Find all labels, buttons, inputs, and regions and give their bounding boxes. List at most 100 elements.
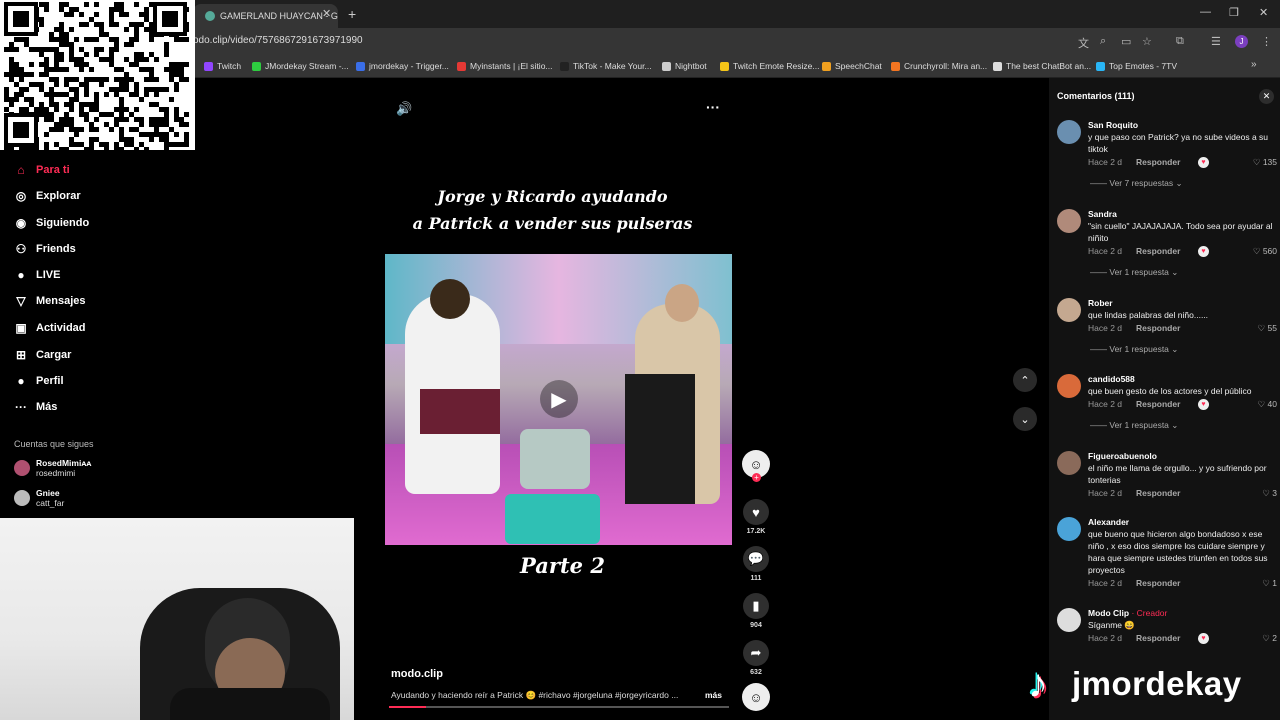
avatar[interactable] xyxy=(1057,209,1081,233)
like-count: 17.2K xyxy=(746,528,766,535)
close-comments-icon[interactable]: ✕ xyxy=(1259,89,1274,104)
comment-like-button[interactable]: ♡ 40 xyxy=(1258,399,1277,410)
comment-user[interactable]: candido588 xyxy=(1088,374,1277,385)
live-icon: ● xyxy=(17,268,25,282)
follow-plus-icon[interactable]: + xyxy=(752,473,761,482)
bookmark-item[interactable]: JMordekay Stream -... xyxy=(252,59,349,73)
reply-button[interactable]: Responder xyxy=(1136,488,1180,498)
comment-user[interactable]: Figueroabuenolo xyxy=(1088,451,1277,462)
reply-button[interactable]: Responder xyxy=(1136,246,1180,256)
video-author[interactable]: modo.clip xyxy=(391,668,443,680)
bookmark-item[interactable]: Twitch xyxy=(204,59,241,73)
comment-user[interactable]: Rober xyxy=(1088,298,1277,309)
play-icon[interactable]: ▶ xyxy=(540,380,578,418)
sidebar-item-live[interactable]: ● LIVE xyxy=(14,264,60,286)
previous-video-icon[interactable]: ⌃ xyxy=(1013,368,1037,392)
avatar[interactable] xyxy=(1057,374,1081,398)
avatar[interactable] xyxy=(1057,298,1081,322)
reply-button[interactable]: Responder xyxy=(1136,157,1180,167)
bookmark-star-icon[interactable]: ☆ xyxy=(1142,35,1152,48)
minimize-icon[interactable]: — xyxy=(1200,6,1211,18)
bookmark-item[interactable]: Top Emotes - 7TV xyxy=(1096,59,1177,73)
comment-like-button[interactable]: ♡ 135 xyxy=(1253,157,1277,168)
more-bookmarks-icon[interactable]: » xyxy=(1251,59,1257,70)
view-replies-button[interactable]: —— Ver 1 respuesta ⌄ xyxy=(1088,267,1277,278)
comment-username[interactable]: Rober xyxy=(1088,298,1113,308)
comment-like-button[interactable]: ♡ 3 xyxy=(1262,488,1277,499)
bookmark-item[interactable]: SpeechChat xyxy=(822,59,882,73)
profile-avatar-icon[interactable]: J xyxy=(1235,35,1248,48)
reply-button[interactable]: Responder xyxy=(1136,578,1180,588)
bookmark-item[interactable]: Myinstants | ¡El sitio... xyxy=(457,59,553,73)
comment-username[interactable]: Modo Clip xyxy=(1088,608,1129,618)
sidebar-item-actividad[interactable]: ▣ Actividad xyxy=(14,317,85,339)
comment-icon[interactable]: 💬 xyxy=(743,546,769,572)
sound-avatar[interactable]: ☺ xyxy=(742,683,770,711)
comment-user[interactable]: Modo Clip · Creador xyxy=(1088,608,1277,619)
more-description-button[interactable]: más xyxy=(705,690,722,700)
view-replies-button[interactable]: —— Ver 1 respuesta ⌄ xyxy=(1088,344,1277,355)
sidebar-item-mensajes[interactable]: ▽ Mensajes xyxy=(14,290,85,312)
comment-username[interactable]: Figueroabuenolo xyxy=(1088,451,1157,461)
restore-icon[interactable]: ❐ xyxy=(1229,6,1239,19)
comment-like-button[interactable]: ♡ 1 xyxy=(1262,578,1277,589)
video-progress[interactable] xyxy=(389,706,729,708)
zoom-icon[interactable]: ⌕ xyxy=(1100,35,1106,48)
extensions-icon[interactable]: ⧉ xyxy=(1176,35,1184,48)
comment-user[interactable]: Sandra xyxy=(1088,209,1277,220)
heart-icon[interactable]: ♥ xyxy=(743,499,769,525)
volume-icon[interactable]: 🔊 xyxy=(396,101,412,117)
avatar[interactable] xyxy=(1057,451,1081,475)
comment-like-count: 40 xyxy=(1267,399,1277,409)
comment-action[interactable]: 💬 111 xyxy=(742,546,770,582)
following-account[interactable]: RosedMimiᴀᴀ rosedmimi xyxy=(14,458,91,478)
following-account[interactable]: Gniee catt_far xyxy=(14,488,64,508)
browser-tab[interactable]: GAMERLAND HUAYCAN - Goo xyxy=(193,4,338,28)
bookmark-item[interactable]: The best ChatBot an... xyxy=(993,59,1091,73)
sidebar-item-explorar[interactable]: ◎ Explorar xyxy=(14,185,81,207)
bookmark-item[interactable]: Crunchyroll: Mira an... xyxy=(891,59,987,73)
save-action[interactable]: ▮ 904 xyxy=(742,593,770,629)
bookmark-item[interactable]: TikTok - Make Your... xyxy=(560,59,652,73)
comment-like-button[interactable]: ♡ 2 xyxy=(1262,633,1277,644)
comment-username[interactable]: San Roquito xyxy=(1088,120,1138,130)
share-icon[interactable]: ➦ xyxy=(743,640,769,666)
bookmark-item[interactable]: Twitch Emote Resize... xyxy=(720,59,819,73)
like-action[interactable]: ♥ 17.2K xyxy=(742,499,770,535)
new-tab-icon[interactable]: + xyxy=(348,6,356,22)
comment-like-button[interactable]: ♡ 560 xyxy=(1253,246,1277,257)
view-replies-button[interactable]: —— Ver 7 respuestas ⌄ xyxy=(1088,178,1277,189)
reply-button[interactable]: Responder xyxy=(1136,633,1180,643)
share-action[interactable]: ➦ 632 xyxy=(742,640,770,676)
reply-button[interactable]: Responder xyxy=(1136,399,1180,409)
comment-user[interactable]: San Roquito xyxy=(1088,120,1277,131)
avatar[interactable] xyxy=(1057,517,1081,541)
browser-menu-icon[interactable]: ⋮ xyxy=(1261,35,1272,48)
avatar[interactable] xyxy=(1057,608,1081,632)
bookmark-icon[interactable]: ▮ xyxy=(743,593,769,619)
avatar[interactable] xyxy=(1057,120,1081,144)
cast-icon[interactable]: ▭ xyxy=(1121,35,1131,48)
url-field[interactable]: odo.clip/video/7576867291673971990 xyxy=(193,35,363,46)
comment-username[interactable]: Alexander xyxy=(1088,517,1129,527)
close-tab-icon[interactable]: ✕ xyxy=(322,7,331,20)
sidebar-item-siguiendo[interactable]: ◉ Siguiendo xyxy=(14,212,89,234)
comment-user[interactable]: Alexander xyxy=(1088,517,1277,528)
sidebar-item-friends[interactable]: ⚇ Friends xyxy=(14,238,76,260)
close-window-icon[interactable]: ✕ xyxy=(1259,6,1268,19)
sidebar-item-más[interactable]: ··· Más xyxy=(14,396,57,418)
comment-username[interactable]: Sandra xyxy=(1088,209,1117,219)
view-replies-button[interactable]: —— Ver 1 respuesta ⌄ xyxy=(1088,420,1277,431)
translate-icon[interactable]: 文 xyxy=(1078,35,1089,51)
comment-like-button[interactable]: ♡ 55 xyxy=(1258,323,1277,334)
more-options-icon[interactable]: ··· xyxy=(706,99,720,115)
next-video-icon[interactable]: ⌄ xyxy=(1013,407,1037,431)
comment-username[interactable]: candido588 xyxy=(1088,374,1135,384)
reply-button[interactable]: Responder xyxy=(1136,323,1180,333)
bookmark-item[interactable]: Nightbot xyxy=(662,59,707,73)
sidebar-item-cargar[interactable]: ⊞ Cargar xyxy=(14,344,72,366)
bookmark-item[interactable]: jmordekay - Trigger... xyxy=(356,59,449,73)
reading-list-icon[interactable]: ☰ xyxy=(1211,35,1221,48)
sidebar-item-perfil[interactable]: ● Perfil xyxy=(14,370,63,392)
sidebar-item-para-ti[interactable]: ⌂ Para ti xyxy=(14,159,69,181)
